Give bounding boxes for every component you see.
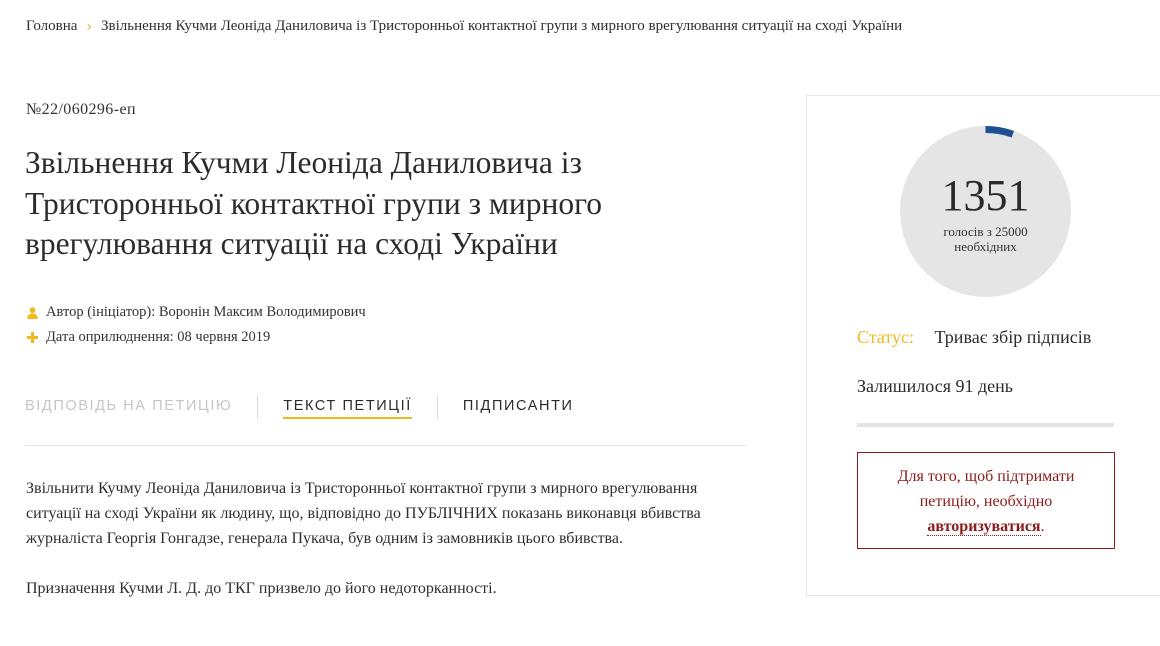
vote-caption-line: голосів з 25000 — [943, 224, 1028, 239]
breadcrumb-home-link[interactable]: Головна — [26, 18, 77, 35]
login-link[interactable]: авторизуватися — [927, 518, 1041, 536]
breadcrumb: Головна › Звільнення Кучми Леоніда Данил… — [26, 18, 902, 35]
vote-counter: 1351 голосів з 25000 необхідних — [900, 126, 1071, 297]
vote-count: 1351 — [941, 171, 1030, 220]
vote-caption: голосів з 25000 необхідних — [900, 224, 1071, 254]
author-text: Автор (ініціатор): Воронін Максим Володи… — [46, 304, 366, 320]
page-title: Звільнення Кучми Леоніда Даниловича із Т… — [25, 145, 602, 261]
days-remaining: Залишилося 91 день — [857, 376, 1013, 396]
vote-caption-line: необхідних — [954, 239, 1017, 254]
tab-divider — [436, 395, 438, 419]
auth-notice: Для того, щоб підтримати петицію, необхі… — [857, 452, 1115, 549]
tab-response[interactable]: Відповідь на петицію — [25, 395, 232, 417]
tab-divider — [257, 395, 259, 419]
petition-paragraph: Призначення Кучми Л. Д. до ТКГ призвело … — [26, 580, 497, 597]
petition-tabs: Відповідь на петицію Текст петиції Підпи… — [25, 395, 746, 446]
petition-meta: Автор (ініціатор): Воронін Максим Володи… — [26, 300, 366, 350]
breadcrumb-chevron-icon: › — [86, 18, 93, 35]
plus-icon — [26, 332, 38, 343]
author-row: Автор (ініціатор): Воронін Максим Володи… — [26, 300, 366, 325]
petition-number: №22/060296-еп — [26, 101, 136, 118]
status-value: Триває збір підписів — [934, 327, 1092, 347]
tab-petition-text[interactable]: Текст петиції — [283, 395, 412, 419]
status-label: Статус: — [857, 327, 914, 347]
time-progress-bar — [857, 423, 1114, 427]
auth-notice-text: Для того, щоб підтримати петицію, необхі… — [897, 468, 1075, 510]
petition-text: Звільнити Кучму Леоніда Даниловича із Тр… — [26, 476, 746, 626]
date-row: Дата оприлюднення: 08 червня 2019 — [26, 325, 366, 350]
user-icon — [26, 306, 38, 319]
publish-date-text: Дата оприлюднення: 08 червня 2019 — [46, 329, 271, 345]
breadcrumb-current: Звільнення Кучми Леоніда Даниловича із Т… — [101, 18, 903, 34]
petition-sidebar: 1351 голосів з 25000 необхідних Статус: … — [806, 95, 1160, 596]
tab-signers[interactable]: Підписанти — [463, 395, 574, 417]
auth-notice-period: . — [1040, 518, 1045, 535]
petition-paragraph: Звільнити Кучму Леоніда Даниловича із Тр… — [26, 480, 701, 547]
status-row: Статус: Триває збір підписів — [857, 327, 1091, 348]
